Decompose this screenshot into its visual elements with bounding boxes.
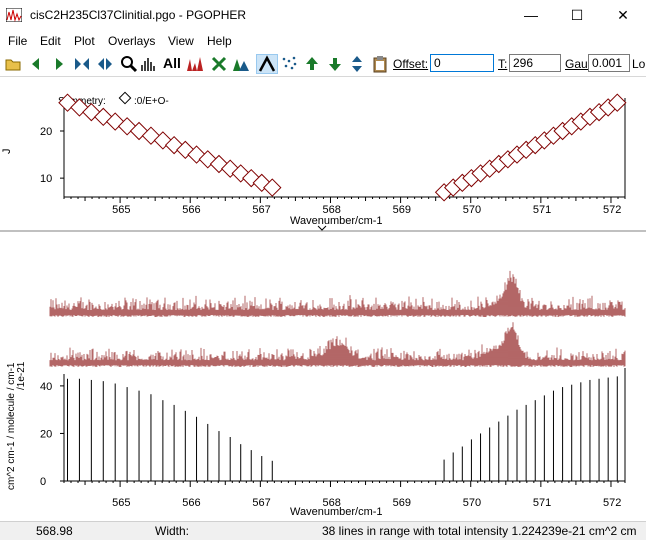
status-message: 38 lines in range with total intensity 1… [322,524,637,538]
minimize-button[interactable]: — [508,0,554,30]
bottom-x-tick-label: 572 [603,497,621,509]
bottom-y-tick-label: 0 [40,476,46,488]
top-x-tick-label: 567 [252,204,270,216]
minimize-icon: — [524,7,538,23]
menu-edit[interactable]: Edit [40,34,61,48]
menu-plot[interactable]: Plot [74,34,95,48]
bottom-x-tick-label: 565 [112,497,130,509]
bottom-x-axis-label: Wavenumber/cm-1 [290,506,383,518]
pgopher-app-icon [6,8,22,22]
shrink-horizontal-icon[interactable] [96,55,114,73]
top-x-tick-label: 565 [112,204,130,216]
arrow-right-icon[interactable] [50,55,68,73]
lineshape-tool-icon[interactable] [256,54,278,74]
bottom-y-unit-label: /1e-21 [16,361,27,390]
offset-label: Offset: [393,57,429,71]
legend-entry-label: :0/E+O- [134,96,169,107]
close-button[interactable]: ✕ [600,0,646,30]
top-x-ticks: 565 566 567 568 569 570 571 572 [63,197,626,216]
bottom-y-tick-label: 20 [40,428,52,440]
status-width-label: Width: [155,524,190,538]
move-up-icon[interactable] [303,55,321,73]
move-down-icon[interactable] [326,55,344,73]
bottom-x-tick-label: 571 [533,497,551,509]
simulated-spectrum-trace [49,322,626,367]
clipboard-icon[interactable] [371,55,389,73]
stick-lines [67,376,618,481]
close-icon: ✕ [617,7,629,23]
bottom-x-ticks: 565 566 567 568 569 570 571 572 [63,481,626,509]
open-folder-icon[interactable] [4,55,22,73]
status-bar: 568.98 Width: 38 lines in range with tot… [0,521,646,540]
bottom-x-tick-label: 566 [182,497,200,509]
arrow-left-icon[interactable] [27,55,45,73]
top-x-tick-label: 569 [393,204,411,216]
observed-spectrum-trace [49,270,626,317]
top-y-tick-label: 10 [40,173,52,185]
top-y-ticks: 10 20 [40,126,64,185]
expand-horizontal-icon[interactable] [73,55,91,73]
top-x-tick-label: 571 [533,204,551,216]
bottom-y-ticks: 0 20 40 [40,381,64,488]
zoom-icon[interactable] [120,55,138,73]
top-x-tick-label: 570 [463,204,481,216]
top-y-tick-label: 20 [40,126,52,138]
temperature-input[interactable] [509,54,561,72]
plot-area[interactable]: 565 566 567 568 569 570 571 572 1020 J Wavenumb… [0,78,646,520]
menu-file[interactable]: File [8,34,27,48]
scatter-tool-icon[interactable] [280,55,298,73]
status-position: 568.98 [36,524,73,538]
window-title: cisC2H235Cl37Clinitial.pgo - PGOPHER [30,8,247,22]
move-up-down-icon[interactable] [348,55,366,73]
title-bar: cisC2H235Cl37Clinitial.pgo - PGOPHER — ☐… [0,0,646,30]
remove-icon[interactable] [210,55,228,73]
show-all-button[interactable]: All [163,55,181,71]
temperature-label: T: [498,57,508,71]
top-scatter-markers [58,93,627,202]
peaks-icon[interactable] [186,55,204,73]
top-y-axis-label: J [1,149,13,155]
bottom-y-tick-label: 40 [40,381,52,393]
legend-diamond-marker [118,91,132,105]
maximize-icon: ☐ [570,7,584,23]
offset-input[interactable] [430,54,494,72]
top-x-tick-label: 572 [603,204,621,216]
bottom-x-tick-label: 567 [252,497,270,509]
menu-help[interactable]: Help [207,34,232,48]
toolbar: All Offset: T: Gau: Lor [0,52,646,77]
menu-view[interactable]: View [168,34,194,48]
lorentzian-width-label: Lor [632,57,646,71]
bottom-x-tick-label: 569 [393,497,411,509]
overlay-peaks-icon[interactable] [232,55,250,73]
gaussian-width-input[interactable] [588,54,630,72]
maximize-button[interactable]: ☐ [554,0,600,30]
top-x-axis-label: Wavenumber/cm-1 [290,215,383,227]
menu-overlays[interactable]: Overlays [108,34,155,48]
stick-spectrum-icon[interactable] [140,55,158,73]
top-x-tick-label: 566 [182,204,200,216]
menu-bar: File Edit Plot Overlays View Help [0,32,646,50]
bottom-x-tick-label: 570 [463,497,481,509]
